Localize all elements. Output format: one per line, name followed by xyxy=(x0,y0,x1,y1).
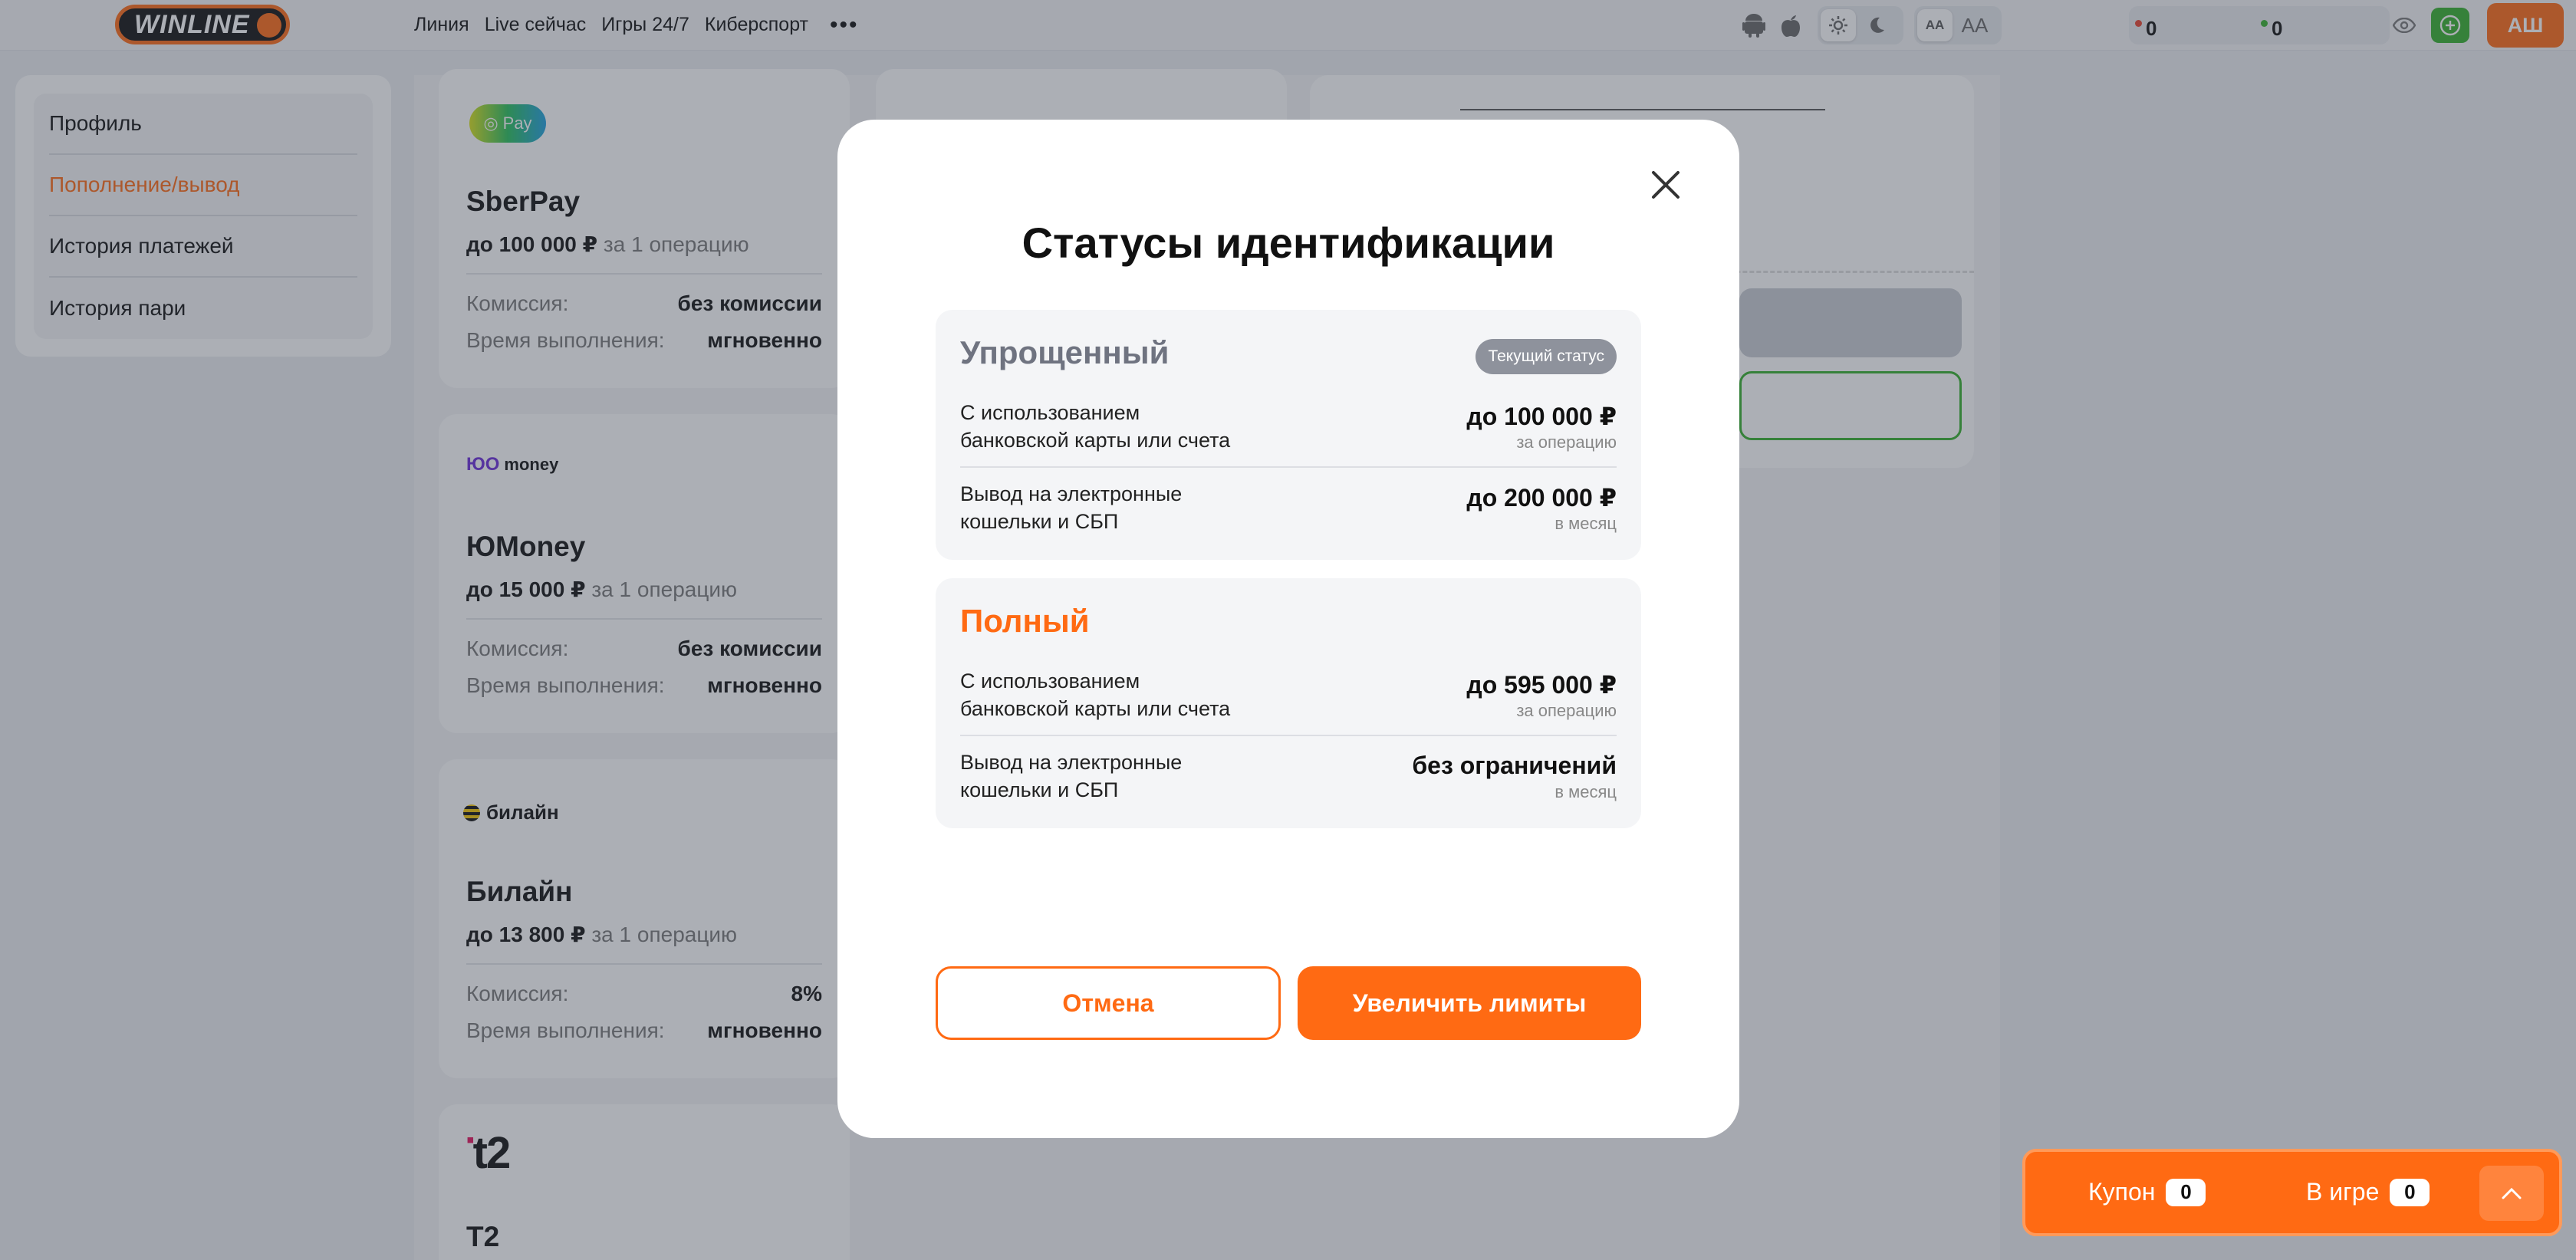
limit-divider xyxy=(960,735,1617,736)
coupon-count: 0 xyxy=(2166,1178,2206,1206)
current-status-badge: Текущий статус xyxy=(1476,339,1617,374)
in-game-tab[interactable]: В игре 0 xyxy=(2306,1178,2430,1206)
status-full: Полный С использованием банковской карты… xyxy=(936,578,1641,828)
close-icon[interactable] xyxy=(1644,163,1687,206)
identification-status-modal: Статусы идентификации Упрощенный Текущий… xyxy=(837,120,1739,1138)
chevron-up-icon[interactable] xyxy=(2479,1166,2544,1221)
status-simplified: Упрощенный Текущий статус С использовани… xyxy=(936,310,1641,560)
limit-row-card: С использованием банковской карты или сч… xyxy=(960,401,1617,452)
coupon-bar[interactable]: Купон 0 В игре 0 xyxy=(2022,1149,2562,1236)
increase-limits-button[interactable]: Увеличить лимиты xyxy=(1298,966,1641,1040)
cancel-button[interactable]: Отмена xyxy=(936,966,1281,1040)
limit-row-card: С использованием банковской карты или сч… xyxy=(960,669,1617,720)
limit-row-wallet: Вывод на электронные кошельки и СБП до 2… xyxy=(960,482,1617,533)
coupon-tab[interactable]: Купон 0 xyxy=(2088,1178,2206,1206)
limit-row-wallet: Вывод на электронные кошельки и СБП без … xyxy=(960,751,1617,801)
status-name: Упрощенный xyxy=(960,334,1170,370)
modal-title: Статусы идентификации xyxy=(1022,219,1555,267)
in-game-count: 0 xyxy=(2390,1178,2430,1206)
limit-divider xyxy=(960,466,1617,468)
status-name: Полный xyxy=(960,603,1090,639)
